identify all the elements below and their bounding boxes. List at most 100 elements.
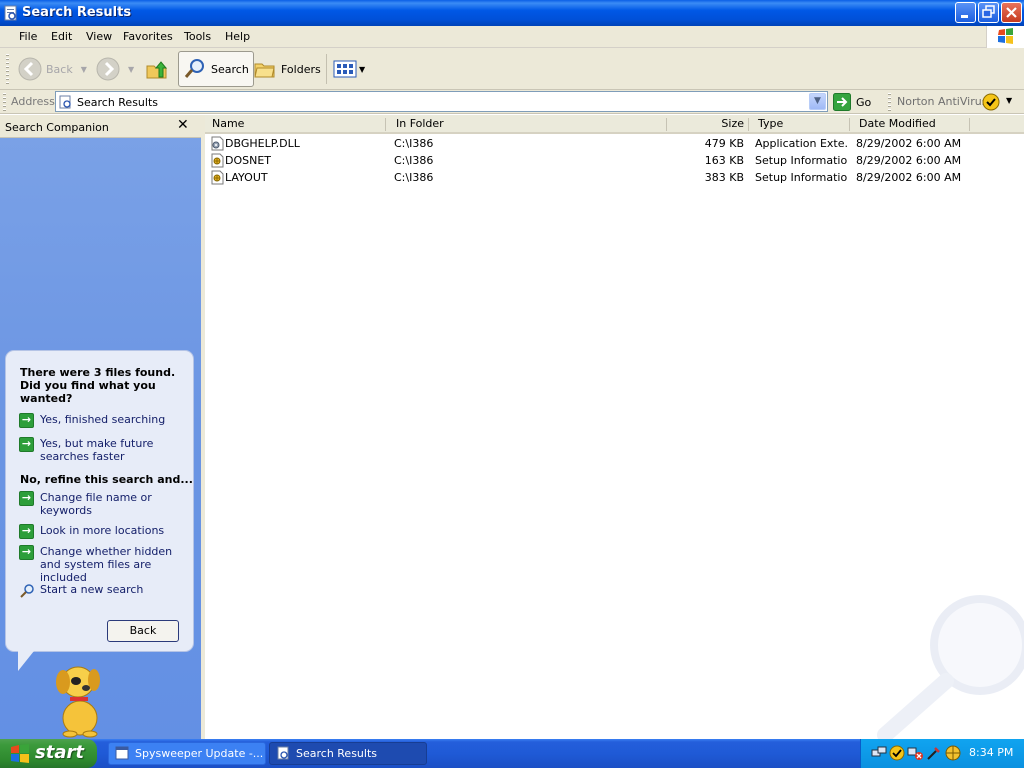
globe-tray-icon[interactable] [945, 745, 961, 761]
option-hidden-files[interactable]: → Change whether hidden and system files… [19, 545, 189, 584]
menu-favorites[interactable]: Favorites [123, 30, 173, 43]
file-type: Setup Information [755, 171, 847, 184]
table-row[interactable]: LAYOUT C:\I386 383 KB Setup Information … [205, 169, 1024, 186]
address-input[interactable]: Search Results ▼ [55, 91, 828, 112]
address-value: Search Results [77, 96, 159, 109]
restore-icon [982, 5, 995, 18]
search-label: Search [211, 62, 249, 76]
companion-back-button[interactable]: Back [107, 620, 179, 642]
option-label: Look in more locations [40, 524, 165, 537]
minimize-button[interactable] [955, 2, 976, 23]
option-new-search[interactable]: Start a new search [19, 583, 189, 599]
column-header-in-folder[interactable]: In Folder [386, 115, 667, 134]
magnifier-watermark-icon [877, 595, 1024, 743]
menu-file[interactable]: File [19, 30, 37, 43]
column-header-type[interactable]: Type [749, 115, 850, 134]
app-window-icon [115, 746, 129, 760]
taskbar-item-spysweeper[interactable]: Spysweeper Update -... [108, 742, 266, 765]
menu-bar: File Edit View Favorites Tools Help [0, 26, 1024, 48]
clock[interactable]: 8:34 PM [969, 746, 1013, 759]
search-balloon: There were 3 files found. Did you find w… [5, 350, 194, 652]
go-button[interactable]: Go [833, 92, 871, 112]
column-header-name[interactable]: Name [205, 115, 386, 134]
option-label: Change file name or keywords [40, 491, 152, 517]
address-grip[interactable] [3, 93, 6, 111]
setup-info-icon [211, 170, 224, 185]
toolbar-separator [326, 54, 327, 84]
menu-edit[interactable]: Edit [51, 30, 72, 43]
dll-file-icon [211, 136, 224, 151]
network-icon[interactable] [871, 745, 887, 761]
column-header-filler [970, 115, 1024, 134]
taskbar: start Spysweeper Update -... Search Resu… [0, 739, 1024, 768]
column-header-label: Name [212, 117, 245, 130]
green-arrow-icon: → [19, 545, 34, 560]
taskbar-item-label: Search Results [296, 747, 378, 760]
address-dropdown-icon[interactable]: ▼ [809, 93, 826, 110]
table-row[interactable]: DOSNET C:\I386 163 KB Setup Information … [205, 152, 1024, 169]
file-name: DOSNET [225, 154, 272, 167]
tool-tray-icon[interactable] [926, 745, 942, 761]
views-button[interactable]: ▼ [333, 51, 365, 87]
go-arrow-icon [833, 93, 851, 111]
refine-heading: No, refine this search and... [20, 473, 193, 486]
table-row[interactable]: DBGHELP.DLL C:\I386 479 KB Application E… [205, 135, 1024, 152]
title-bar: Search Results [0, 0, 1024, 26]
close-pane-icon[interactable]: ✕ [177, 117, 189, 133]
views-icon [333, 60, 357, 78]
file-type: Application Exte... [755, 137, 847, 150]
search-button[interactable]: Search [178, 51, 254, 87]
views-dropdown-icon[interactable]: ▼ [359, 65, 365, 74]
file-type: Setup Information [755, 154, 847, 167]
green-arrow-icon: → [19, 524, 34, 539]
taskbar-item-search-results[interactable]: Search Results [269, 742, 427, 765]
column-header-label: In Folder [396, 117, 444, 130]
toolbar-grip[interactable] [6, 54, 9, 84]
file-folder: C:\I386 [394, 154, 434, 167]
norton-dropdown-icon[interactable]: ▼ [1006, 96, 1012, 105]
balloon-tail [18, 651, 34, 671]
search-companion-title: Search Companion [5, 121, 109, 134]
back-label: Back [46, 62, 73, 76]
file-date: 8/29/2002 6:00 AM [856, 154, 962, 167]
column-header-date-modified[interactable]: Date Modified [850, 115, 970, 134]
maximize-button[interactable] [978, 2, 999, 23]
option-more-locations[interactable]: → Look in more locations [19, 524, 189, 539]
close-icon [1006, 7, 1017, 18]
standard-toolbar: Back ▼ ▼ Search Folders ▼ [0, 48, 1024, 90]
forward-button[interactable]: ▼ [96, 51, 134, 87]
connection-warning-icon[interactable] [907, 745, 923, 761]
green-arrow-icon: → [19, 491, 34, 506]
norton-shield-icon[interactable] [982, 93, 1000, 111]
address-label: Address [11, 95, 55, 108]
menu-tools[interactable]: Tools [184, 30, 211, 43]
address-bar: Address Search Results ▼ Go Norton AntiV… [0, 90, 1024, 114]
option-finished-searching[interactable]: → Yes, finished searching [19, 413, 189, 428]
up-folder-button[interactable] [145, 51, 169, 87]
results-list: Name In Folder Size Type Date Modified D… [205, 115, 1024, 743]
option-change-file-name[interactable]: → Change file name or keywords [19, 491, 189, 517]
back-dropdown-icon[interactable]: ▼ [81, 65, 87, 74]
option-faster-searches[interactable]: → Yes, but make future searches faster [19, 437, 189, 463]
folders-label: Folders [281, 62, 321, 76]
file-folder: C:\I386 [394, 171, 434, 184]
folders-button[interactable]: Folders [253, 51, 321, 87]
back-button[interactable]: Back ▼ [18, 51, 87, 87]
column-header-label: Type [758, 117, 784, 130]
windows-flag-icon [11, 744, 29, 763]
menu-help[interactable]: Help [225, 30, 250, 43]
menu-view[interactable]: View [86, 30, 112, 43]
forward-dropdown-icon[interactable]: ▼ [128, 65, 134, 74]
norton-grip[interactable] [888, 93, 891, 111]
norton-tray-icon[interactable] [889, 745, 905, 761]
file-name: DBGHELP.DLL [225, 137, 300, 150]
search-results-small-icon [59, 95, 71, 109]
column-header-size[interactable]: Size [667, 115, 749, 134]
setup-info-icon [211, 153, 224, 168]
start-button[interactable]: start [0, 739, 97, 768]
file-size: 163 KB [704, 154, 744, 167]
forward-arrow-icon [96, 57, 120, 81]
close-button[interactable] [1001, 2, 1022, 23]
green-arrow-icon: → [19, 437, 34, 452]
norton-antivirus-label[interactable]: Norton AntiVirus [897, 95, 987, 108]
